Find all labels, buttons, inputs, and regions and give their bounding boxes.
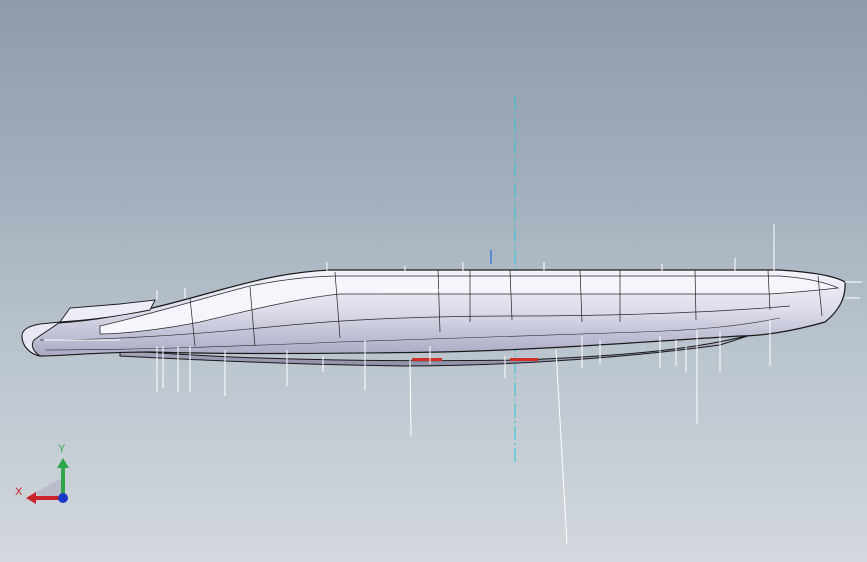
orientation-triad (26, 458, 69, 504)
triad-y-label: Y (58, 443, 66, 455)
model-scene[interactable] (0, 0, 867, 562)
triad-x-label: X (15, 486, 23, 498)
z-axis-dot-icon (58, 493, 68, 503)
graphics-viewport[interactable]: Y X (0, 0, 867, 562)
